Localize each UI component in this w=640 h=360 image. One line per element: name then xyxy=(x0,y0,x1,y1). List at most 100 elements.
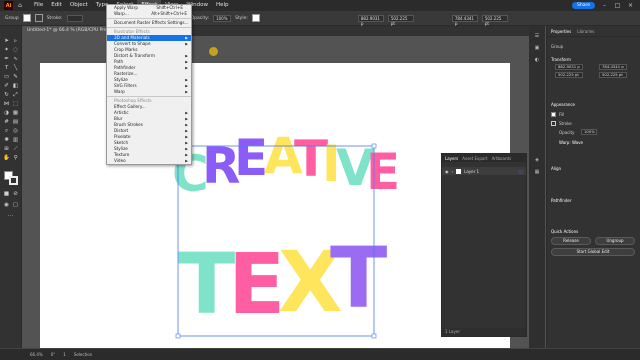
shaper-tool-icon[interactable]: ✐ xyxy=(3,83,10,90)
tab-asset-export[interactable]: Asset Export xyxy=(462,156,487,161)
artboard-tool-icon[interactable]: ⊞ xyxy=(3,146,10,153)
line-tool-icon[interactable]: ╲ xyxy=(12,65,19,72)
rotation-value[interactable]: 0° xyxy=(51,352,56,357)
status-bar: 66.4% 0° 1 Selection xyxy=(0,348,640,360)
menu-item-label: SVG Filters xyxy=(114,83,137,88)
minimize-icon[interactable]: – xyxy=(601,2,608,9)
tab-layers[interactable]: Layers xyxy=(445,156,458,161)
transform-w-field[interactable]: 784.4341 p xyxy=(599,64,627,70)
selection-tool-icon[interactable]: ➤ xyxy=(3,38,10,45)
lasso-tool-icon[interactable]: ◌ xyxy=(12,47,19,54)
edit-toolbar-icon[interactable]: ⋯ xyxy=(7,213,14,220)
tab-libraries[interactable]: Libraries xyxy=(577,29,594,34)
menu-item-label: Stylize xyxy=(114,146,128,151)
pen-tool-icon[interactable]: ✒ xyxy=(3,56,10,63)
appearance-stroke-swatch[interactable] xyxy=(551,121,556,126)
menu-object[interactable]: Object xyxy=(66,0,92,11)
hand-tool-icon[interactable]: ✋ xyxy=(3,155,10,162)
tab-properties[interactable]: Properties xyxy=(551,29,571,34)
width-tool-icon[interactable]: ⋈ xyxy=(3,101,10,108)
color-panel-icon[interactable]: ◐ xyxy=(533,56,541,64)
start-global-edit-button[interactable]: Start Global Edit xyxy=(551,248,635,256)
blend-tool-icon[interactable]: ◎ xyxy=(12,128,19,135)
artboard-number[interactable]: 1 xyxy=(63,352,66,357)
layers-panel-icon[interactable]: ◈ xyxy=(533,156,541,164)
libraries-panel-icon[interactable]: ▣ xyxy=(533,44,541,52)
mesh-tool-icon[interactable]: # xyxy=(3,119,10,126)
expand-chevron-icon[interactable]: › xyxy=(452,169,454,174)
slice-tool-icon[interactable]: ⟋ xyxy=(12,146,19,153)
appearance-fill-swatch[interactable] xyxy=(551,112,556,117)
maximize-icon[interactable]: □ xyxy=(614,2,621,9)
none-mode-icon[interactable]: ⊘ xyxy=(12,191,19,198)
target-circle-icon[interactable]: ◯ xyxy=(519,169,523,174)
menu-item-label: 3D and Materials xyxy=(114,35,150,40)
eyedropper-tool-icon[interactable]: ⌕ xyxy=(3,128,10,135)
screen-mode-icon[interactable]: ▢ xyxy=(12,202,19,209)
layer-row[interactable]: ◉ › Layer 1 ◯ xyxy=(442,167,526,175)
eraser-tool-icon[interactable]: ◧ xyxy=(12,83,19,90)
menu-help[interactable]: Help xyxy=(212,0,233,11)
stroke-swatch[interactable] xyxy=(34,14,43,22)
style-swatch[interactable] xyxy=(251,14,260,22)
zoom-tool-icon[interactable]: ⚲ xyxy=(12,155,19,162)
paintbrush-tool-icon[interactable]: ✎ xyxy=(12,74,19,81)
appearance-warp-effect[interactable]: Warp: Wave xyxy=(559,140,583,145)
visibility-eye-icon[interactable]: ◉ xyxy=(445,169,449,174)
properties-panel-icon[interactable]: ☰ xyxy=(533,32,541,40)
free-transform-tool-icon[interactable]: ⬚ xyxy=(12,101,19,108)
swatches-panel-icon[interactable]: ▦ xyxy=(533,168,541,176)
scale-tool-icon[interactable]: ⤢ xyxy=(12,92,19,99)
letter-e2: E xyxy=(366,143,400,201)
curvature-tool-icon[interactable]: ∿ xyxy=(12,56,19,63)
close-icon[interactable]: × xyxy=(627,2,634,9)
transform-y-field[interactable]: 502.225 pt xyxy=(555,72,583,78)
magic-wand-tool-icon[interactable]: ✦ xyxy=(3,47,10,54)
home-icon[interactable]: ⌂ xyxy=(16,2,24,10)
menu-edit[interactable]: Edit xyxy=(47,0,66,11)
gradient-tool-icon[interactable]: ▤ xyxy=(12,119,19,126)
handle-top-right[interactable] xyxy=(371,143,377,149)
rectangle-tool-icon[interactable]: ▭ xyxy=(3,74,10,81)
handle-bottom-right[interactable] xyxy=(371,333,377,339)
fill-swatch[interactable] xyxy=(22,14,31,22)
transform-h-field[interactable]: 502.225 pt xyxy=(599,72,627,78)
appearance-opacity-label: Opacity xyxy=(559,130,575,135)
w-field[interactable]: 784.4341 p xyxy=(451,14,478,26)
direct-selection-tool-icon[interactable]: ▹ xyxy=(12,38,19,45)
y-field[interactable]: 502.225 pt xyxy=(387,14,414,26)
draw-mode-icon[interactable]: ◉ xyxy=(3,202,10,209)
share-button[interactable]: Share xyxy=(572,2,595,9)
menu-item-label: Stylize xyxy=(114,77,128,82)
ungroup-button[interactable]: Ungroup xyxy=(595,237,635,245)
menu-divider xyxy=(107,27,191,28)
symbol-sprayer-tool-icon[interactable]: ✺ xyxy=(3,137,10,144)
stroke-color-icon[interactable] xyxy=(9,176,18,185)
h-field[interactable]: 502.225 pt xyxy=(481,14,508,26)
release-button[interactable]: Release xyxy=(551,237,591,245)
tab-artboards[interactable]: Artboards xyxy=(492,156,512,161)
opacity-field[interactable]: 100% xyxy=(213,14,232,22)
doc-raster-menu-item[interactable]: Document Raster Effects Settings... xyxy=(107,20,191,26)
menu-file[interactable]: File xyxy=(30,0,47,11)
color-mode-icon[interactable]: ■ xyxy=(3,191,10,198)
handle-bottom-left[interactable] xyxy=(175,333,181,339)
transform-x-field[interactable]: 882.9031 p xyxy=(555,64,583,70)
x-field[interactable]: 882.9031 p xyxy=(357,14,384,26)
menu-item-video[interactable]: Video ▶ xyxy=(107,158,191,164)
column-graph-tool-icon[interactable]: ▥ xyxy=(12,137,19,144)
stroke-weight-field[interactable] xyxy=(66,14,83,22)
menu-item-warp[interactable]: Warp ▶ xyxy=(107,89,191,95)
appearance-opacity-field[interactable]: 100% xyxy=(581,129,597,135)
style-label: Style: xyxy=(235,15,248,21)
layers-panel: Layers Asset Export Artboards ◉ › Layer … xyxy=(441,153,527,337)
perspective-grid-tool-icon[interactable]: ▦ xyxy=(12,110,19,117)
type-tool-icon[interactable]: T xyxy=(3,65,10,72)
submenu-arrow-icon: ▶ xyxy=(185,90,188,94)
warp-menu-item[interactable]: Warp... Alt+Shift+Ctrl+E xyxy=(107,11,191,17)
shape-builder-tool-icon[interactable]: ◑ xyxy=(3,110,10,117)
zoom-level[interactable]: 66.4% xyxy=(30,352,43,357)
menu-item-label: Sketch xyxy=(114,140,129,145)
rotate-tool-icon[interactable]: ↻ xyxy=(3,92,10,99)
menu-item-label: Texture xyxy=(114,152,130,157)
